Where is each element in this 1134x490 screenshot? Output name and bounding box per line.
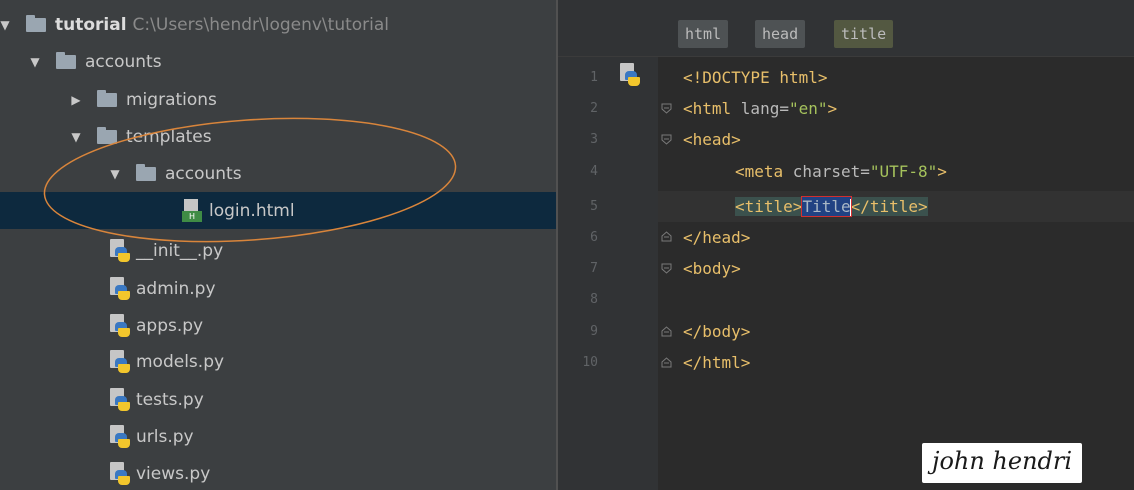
code-editor[interactable]: html head title 1 2 3 4 5 6 7 8 9 10 <!D… xyxy=(558,0,1134,490)
title-text-selection[interactable]: Title xyxy=(801,196,852,217)
line-number: 7 xyxy=(590,261,598,276)
python-file-icon xyxy=(108,461,132,486)
fold-open-icon[interactable] xyxy=(661,103,672,114)
root-folder-path: C:\Users\hendr\logenv\tutorial xyxy=(132,14,390,35)
chevron-down-icon[interactable]: ▼ xyxy=(24,55,46,69)
line-number: 6 xyxy=(590,230,598,245)
tree-item-apps-py[interactable]: apps.py xyxy=(0,307,556,344)
attr-name: charset= xyxy=(792,162,870,181)
fold-close-icon[interactable] xyxy=(661,357,672,368)
attr-value: "en" xyxy=(788,99,828,118)
tree-item-label: apps.py xyxy=(136,315,204,336)
tag-body-close: </body> xyxy=(683,322,751,341)
tree-item-admin-py[interactable]: admin.py xyxy=(0,270,556,307)
tag-title-open: <title> xyxy=(735,197,803,216)
tag-close: > xyxy=(937,162,947,181)
tag-head-open: <head> xyxy=(683,130,741,149)
folder-icon xyxy=(26,14,46,32)
breadcrumb-head[interactable]: head xyxy=(755,20,806,48)
tree-item-label: admin.py xyxy=(136,278,216,299)
tag-open: <meta xyxy=(735,162,793,181)
python-file-icon xyxy=(108,276,132,301)
chevron-down-icon[interactable]: ▼ xyxy=(65,130,87,144)
folder-icon xyxy=(97,89,117,107)
author-signature: john hendri xyxy=(922,443,1083,483)
python-file-icon xyxy=(618,63,642,87)
chevron-down-icon[interactable]: ▼ xyxy=(0,18,16,32)
tree-item-label: accounts xyxy=(85,51,162,72)
chevron-right-icon[interactable]: ▶ xyxy=(65,93,87,107)
tree-item-label: models.py xyxy=(136,351,225,372)
tree-item-label: migrations xyxy=(126,89,217,110)
tree-root-tutorial[interactable]: ▼ tutorial C:\Users\hendr\logenv\tutoria… xyxy=(0,6,556,43)
chevron-down-icon[interactable]: ▼ xyxy=(104,167,126,181)
code-line-7[interactable]: <body> xyxy=(683,253,741,284)
line-number: 2 xyxy=(590,101,598,116)
attr-name: lang= xyxy=(740,99,789,118)
breadcrumb-title[interactable]: title xyxy=(834,20,894,48)
tree-item-models-py[interactable]: models.py xyxy=(0,343,556,380)
tree-item-label: urls.py xyxy=(136,426,194,447)
line-number: 5 xyxy=(590,199,598,214)
code-line-4[interactable]: <meta charset="UTF-8"> xyxy=(735,156,947,187)
tree-item-label: tests.py xyxy=(136,389,204,410)
python-file-icon xyxy=(108,313,132,338)
tree-item-label: __init__.py xyxy=(136,240,224,261)
tree-item-templates-accounts[interactable]: ▼ accounts xyxy=(0,155,556,192)
python-file-icon xyxy=(108,424,132,449)
tree-item-urls-py[interactable]: urls.py xyxy=(0,418,556,455)
fold-close-icon[interactable] xyxy=(661,231,672,242)
tree-item-views-py[interactable]: views.py xyxy=(0,455,556,490)
folder-icon xyxy=(136,163,156,181)
fold-open-icon[interactable] xyxy=(661,134,672,145)
doctype: <!DOCTYPE html> xyxy=(683,68,828,87)
python-file-icon xyxy=(108,238,132,263)
attr-value: "UTF-8" xyxy=(869,162,938,181)
code-line-1[interactable]: <!DOCTYPE html> xyxy=(683,62,828,93)
code-line-3[interactable]: <head> xyxy=(683,124,741,155)
line-number: 10 xyxy=(582,355,598,370)
fold-close-icon[interactable] xyxy=(661,326,672,337)
folder-icon xyxy=(97,126,117,144)
ide-window: ▼ tutorial C:\Users\hendr\logenv\tutoria… xyxy=(0,0,1134,490)
tree-item-accounts[interactable]: ▼ accounts xyxy=(0,43,556,80)
line-number: 1 xyxy=(590,70,598,85)
code-line-6[interactable]: </head> xyxy=(683,222,750,253)
html-file-icon: H xyxy=(182,198,204,223)
python-file-icon xyxy=(108,349,132,374)
tag-body-open: <body> xyxy=(683,259,741,278)
code-line-5-content[interactable]: <title>Title</title> xyxy=(735,191,928,222)
tree-item-label: accounts xyxy=(165,163,242,184)
tree-item-label: templates xyxy=(126,126,212,147)
line-number: 4 xyxy=(590,164,598,179)
code-line-10[interactable]: </html> xyxy=(683,347,750,378)
tag-close: > xyxy=(827,99,838,118)
tag-head-close: </head> xyxy=(683,228,751,247)
tag-open: <html xyxy=(683,99,741,118)
python-file-icon xyxy=(108,387,132,412)
breadcrumb-html[interactable]: html xyxy=(678,20,729,48)
code-line-9[interactable]: </body> xyxy=(683,316,750,347)
line-number: 9 xyxy=(590,324,598,339)
tree-item-init-py[interactable]: __init__.py xyxy=(0,232,556,269)
tree-item-templates[interactable]: ▼ templates xyxy=(0,118,556,155)
tree-item-label: views.py xyxy=(136,463,211,484)
fold-open-icon[interactable] xyxy=(661,263,672,274)
folder-icon xyxy=(56,51,76,69)
tree-item-tests-py[interactable]: tests.py xyxy=(0,381,556,418)
root-folder-name: tutorial xyxy=(55,14,127,35)
breadcrumb: html head title xyxy=(558,0,1134,57)
tag-html-close: </html> xyxy=(683,353,751,372)
line-number: 3 xyxy=(590,132,598,147)
tree-item-login-html[interactable]: H login.html xyxy=(0,192,556,229)
tag-title-close: </title> xyxy=(850,197,928,216)
project-tree-panel: ▼ tutorial C:\Users\hendr\logenv\tutoria… xyxy=(0,0,556,490)
line-number: 8 xyxy=(590,292,598,307)
tree-item-migrations[interactable]: ▶ migrations xyxy=(0,81,556,118)
tree-item-label: login.html xyxy=(209,200,295,221)
code-line-2[interactable]: <html lang="en"> xyxy=(683,93,837,124)
